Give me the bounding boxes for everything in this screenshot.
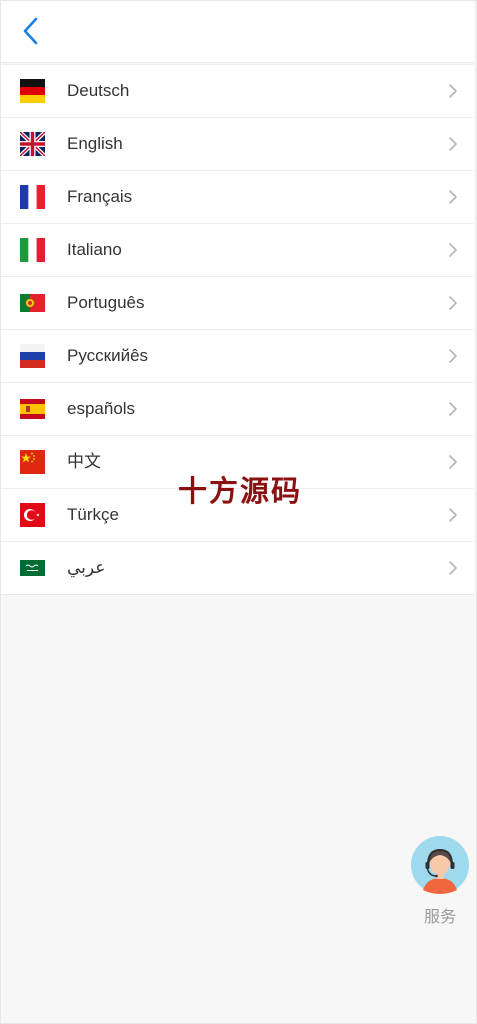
united-kingdom-flag-icon <box>20 132 45 156</box>
language-row-deutsch[interactable]: Deutsch <box>1 65 474 118</box>
watermark-text: 十方源码 <box>178 474 303 508</box>
chevron-right-icon <box>449 508 457 522</box>
spain-flag-icon <box>20 397 45 421</box>
language-row-francais[interactable]: Français <box>1 171 474 224</box>
chevron-left-icon <box>23 17 38 45</box>
chevron-right-icon <box>449 349 457 363</box>
chevron-right-icon <box>449 243 457 257</box>
customer-service-button[interactable]: 服务 <box>411 836 469 927</box>
turkey-flag-icon <box>20 503 45 527</box>
language-label: Italiano <box>67 240 122 259</box>
chevron-right-icon <box>449 455 457 469</box>
language-label: españols <box>67 399 136 418</box>
language-list: Deutsch English Français Italiano Portug… <box>1 64 474 595</box>
chevron-right-icon <box>449 402 457 416</box>
customer-service-agent-icon <box>411 836 469 894</box>
language-label: 中文 <box>67 452 101 471</box>
chevron-right-icon <box>449 296 457 310</box>
chevron-right-icon <box>449 84 457 98</box>
language-row-espanol[interactable]: españols <box>1 383 474 436</box>
italy-flag-icon <box>20 238 45 262</box>
back-button[interactable] <box>17 15 45 47</box>
portugal-flag-icon <box>20 291 45 315</box>
france-flag-icon <box>20 185 45 209</box>
language-row-arabic[interactable]: عربي <box>1 542 474 594</box>
chevron-right-icon <box>449 137 457 151</box>
chevron-right-icon <box>449 561 457 575</box>
language-row-portugues[interactable]: Português <box>1 277 474 330</box>
language-row-italiano[interactable]: Italiano <box>1 224 474 277</box>
top-bar <box>1 1 474 63</box>
china-flag-icon <box>20 450 45 474</box>
germany-flag-icon <box>20 79 45 103</box>
language-label: Deutsch <box>67 81 130 100</box>
language-label: عربي <box>67 558 106 577</box>
language-label: Français <box>67 187 133 206</box>
service-label: 服务 <box>423 909 456 926</box>
language-row-russian[interactable]: Русскийês <box>1 330 474 383</box>
language-row-english[interactable]: English <box>1 118 474 171</box>
chevron-right-icon <box>449 190 457 204</box>
language-label: Русскийês <box>67 346 149 365</box>
language-label: English <box>67 134 123 153</box>
language-label: Português <box>67 293 145 312</box>
language-label: Türkçe <box>67 505 119 524</box>
saudi-arabia-flag-icon <box>20 556 45 580</box>
russia-flag-icon <box>20 344 45 368</box>
